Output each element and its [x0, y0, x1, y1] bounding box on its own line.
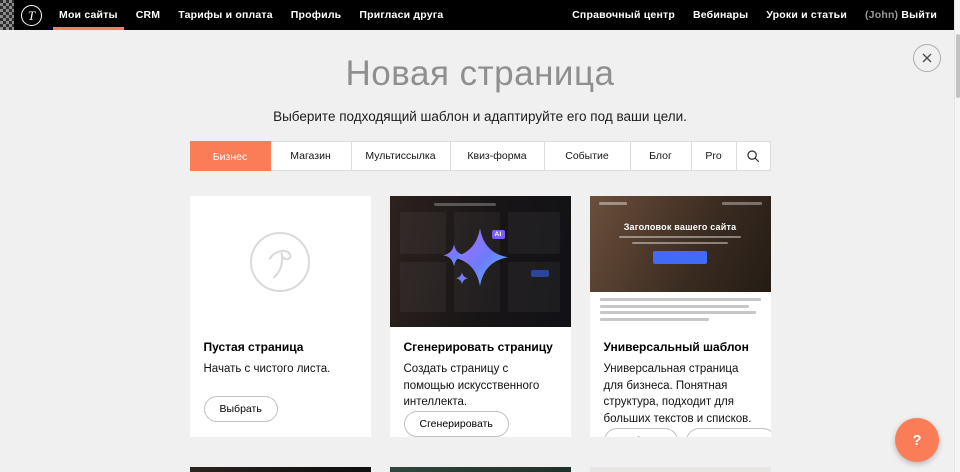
tab-blog[interactable]: Блог	[631, 142, 692, 170]
template-grid-row2	[190, 467, 771, 472]
help-button[interactable]: ?	[895, 418, 939, 462]
nav-webinars[interactable]: Вебинары	[684, 0, 757, 30]
preview-text-line	[619, 236, 741, 238]
logout-label: Выйти	[901, 9, 937, 21]
template-card[interactable]	[390, 467, 571, 472]
template-card[interactable]	[190, 467, 371, 472]
help-icon: ?	[912, 432, 921, 449]
template-card-universal[interactable]: Заголовок вашего сайта Универсальный шаб…	[590, 196, 771, 437]
card-description: Универсальная страница для бизнеса. Поня…	[604, 361, 757, 428]
preview-text-line	[600, 318, 709, 321]
card-title: Пустая страница	[204, 340, 357, 354]
card-body: Пустая страница Начать с чистого листа. …	[190, 327, 371, 437]
card-body: Сгенерировать страницу Создать страницу …	[390, 327, 571, 437]
nav-pricing[interactable]: Тарифы и оплата	[169, 0, 282, 30]
page-title: Новая страница	[0, 30, 960, 93]
scrollbar[interactable]	[954, 0, 960, 472]
template-grid: Пустая страница Начать с чистого листа. …	[190, 196, 771, 437]
tab-shop[interactable]: Магазин	[271, 142, 352, 170]
card-description: Создать страницу с помощью искусственног…	[404, 361, 557, 411]
close-icon	[921, 52, 933, 64]
nav-crm[interactable]: CRM	[127, 0, 170, 30]
card-actions: Сгенерировать	[404, 411, 557, 437]
corner-pattern	[0, 0, 14, 30]
scrollbar-thumb[interactable]	[956, 34, 960, 98]
nav-profile[interactable]: Профиль	[282, 0, 351, 30]
card-title: Сгенерировать страницу	[404, 340, 557, 354]
tab-event[interactable]: Событие	[545, 142, 631, 170]
preview-text-line	[600, 311, 756, 314]
template-preview	[390, 467, 571, 472]
card-actions: Выбрать	[204, 396, 357, 422]
select-universal-button[interactable]: Выбрать	[604, 428, 678, 437]
search-icon	[746, 149, 761, 164]
card-description: Начать с чистого листа.	[204, 361, 357, 378]
template-card[interactable]	[590, 467, 771, 472]
template-preview	[590, 467, 771, 472]
nav-my-sites[interactable]: Мои сайты	[50, 0, 127, 30]
nav-lessons[interactable]: Уроки и статьи	[757, 0, 856, 30]
tab-quiz-form[interactable]: Квиз-форма	[451, 142, 545, 170]
preview-cta-button	[653, 251, 707, 264]
tab-search[interactable]	[737, 142, 770, 170]
nav-logout[interactable]: (John) Выйти	[856, 0, 946, 30]
card-actions: Выбрать Посмотреть	[604, 428, 757, 437]
preview-text-line	[632, 242, 728, 244]
preview-text-line	[600, 298, 761, 301]
secondary-nav: Справочный центр Вебинары Уроки и статьи…	[563, 0, 946, 30]
preview-hero-logo-line	[599, 202, 627, 205]
blank-page-preview	[190, 196, 371, 327]
preview-universal-button[interactable]: Посмотреть	[686, 428, 771, 437]
close-button[interactable]	[913, 44, 941, 72]
primary-nav: Мои сайты CRM Тарифы и оплата Профиль Пр…	[50, 0, 452, 30]
nav-help-center[interactable]: Справочный центр	[563, 0, 684, 30]
ai-generate-preview: AI	[390, 196, 571, 327]
preview-text-section	[590, 292, 771, 327]
tab-pro[interactable]: Pro	[692, 142, 737, 170]
preview-text-line	[600, 305, 750, 308]
tab-business[interactable]: Бизнес	[190, 141, 271, 171]
preview-hero-menu-line	[722, 202, 762, 205]
template-category-tabs: Бизнес Магазин Мультиссылка Квиз-форма С…	[190, 141, 771, 171]
template-card-blank[interactable]: Пустая страница Начать с чистого листа. …	[190, 196, 371, 437]
select-blank-button[interactable]: Выбрать	[204, 396, 278, 422]
tilda-logo-letter: T	[28, 9, 35, 22]
nav-invite-friend[interactable]: Пригласи друга	[350, 0, 452, 30]
card-body: Универсальный шаблон Универсальная стран…	[590, 327, 771, 437]
generate-button[interactable]: Сгенерировать	[404, 411, 509, 437]
preview-hero: Заголовок вашего сайта	[590, 196, 771, 292]
ai-badge: AI	[492, 230, 505, 239]
new-page-dialog: Новая страница Выберите подходящий шабло…	[0, 30, 960, 472]
tab-multilink[interactable]: Мультиссылка	[352, 142, 451, 170]
user-name: (John)	[865, 9, 898, 21]
top-navbar: T Мои сайты CRM Тарифы и оплата Профиль …	[0, 0, 960, 30]
ai-sparkle-icon	[432, 214, 528, 304]
tilda-logo[interactable]: T	[21, 5, 42, 26]
page-subtitle: Выберите подходящий шаблон и адаптируйте…	[0, 107, 960, 126]
template-card-ai-generate[interactable]: AI Сгенерировать страницу Создать страни…	[390, 196, 571, 437]
template-preview	[190, 467, 371, 472]
universal-template-preview: Заголовок вашего сайта	[590, 196, 771, 327]
card-title: Универсальный шаблон	[604, 340, 757, 354]
tilda-watermark-icon	[250, 232, 310, 292]
